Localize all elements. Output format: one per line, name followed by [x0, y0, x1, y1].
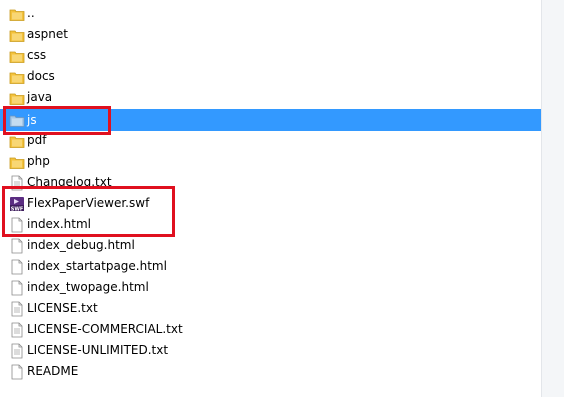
- file-icon: [9, 280, 25, 296]
- file-list: .. aspnet css docs java js pdf php Chang…: [0, 0, 541, 397]
- folder-icon: [9, 133, 25, 149]
- text-file-icon: [9, 322, 25, 338]
- folder-icon: [9, 154, 25, 170]
- folder-icon: [9, 90, 25, 106]
- file-name: LICENSE-UNLIMITED.txt: [27, 343, 169, 357]
- file-icon: [9, 259, 25, 275]
- file-row-js[interactable]: js: [0, 109, 541, 131]
- file-row-license-unlimited[interactable]: LICENSE-UNLIMITED.txt: [0, 340, 541, 361]
- file-name: index.html: [27, 217, 91, 231]
- file-name: ..: [27, 6, 35, 20]
- file-name: js: [27, 113, 37, 127]
- file-row-parent[interactable]: ..: [0, 3, 541, 24]
- file-name: index_startatpage.html: [27, 259, 167, 273]
- svg-text:SWF: SWF: [11, 206, 24, 212]
- file-row-index[interactable]: index.html: [0, 214, 541, 235]
- file-row-index-twopage[interactable]: index_twopage.html: [0, 277, 541, 298]
- swf-file-icon: SWF: [9, 196, 25, 212]
- file-row-index-startatpage[interactable]: index_startatpage.html: [0, 256, 541, 277]
- file-row-aspnet[interactable]: aspnet: [0, 24, 541, 45]
- file-row-index-debug[interactable]: index_debug.html: [0, 235, 541, 256]
- file-name: Changelog.txt: [27, 175, 112, 189]
- file-name: java: [27, 90, 53, 104]
- file-name: LICENSE-COMMERCIAL.txt: [27, 322, 183, 336]
- file-icon: [9, 217, 25, 233]
- file-row-docs[interactable]: docs: [0, 66, 541, 87]
- file-name: pdf: [27, 133, 47, 147]
- file-name: docs: [27, 69, 55, 83]
- folder-icon: [9, 6, 25, 22]
- file-row-readme[interactable]: README: [0, 361, 541, 382]
- file-row-java[interactable]: java: [0, 87, 541, 108]
- file-name: index_twopage.html: [27, 280, 149, 294]
- file-icon: [9, 238, 25, 254]
- file-row-license[interactable]: LICENSE.txt: [0, 298, 541, 319]
- file-row-flexpaperviewer[interactable]: SWF FlexPaperViewer.swf: [0, 193, 541, 214]
- file-name: LICENSE.txt: [27, 301, 98, 315]
- file-name: php: [27, 154, 50, 168]
- text-file-icon: [9, 175, 25, 191]
- file-name: FlexPaperViewer.swf: [27, 196, 150, 210]
- file-row-changelog[interactable]: Changelog.txt: [0, 172, 541, 193]
- text-file-icon: [9, 343, 25, 359]
- file-name: index_debug.html: [27, 238, 135, 252]
- file-icon: [9, 364, 25, 380]
- folder-icon: [9, 112, 25, 128]
- folder-icon: [9, 69, 25, 85]
- folder-icon: [9, 48, 25, 64]
- file-row-css[interactable]: css: [0, 45, 541, 66]
- file-row-pdf[interactable]: pdf: [0, 130, 541, 151]
- scrollbar-track[interactable]: [541, 0, 564, 397]
- file-name: README: [27, 364, 79, 378]
- file-row-php[interactable]: php: [0, 151, 541, 172]
- text-file-icon: [9, 301, 25, 317]
- file-row-license-commercial[interactable]: LICENSE-COMMERCIAL.txt: [0, 319, 541, 340]
- file-name: css: [27, 48, 47, 62]
- file-name: aspnet: [27, 27, 68, 41]
- folder-icon: [9, 27, 25, 43]
